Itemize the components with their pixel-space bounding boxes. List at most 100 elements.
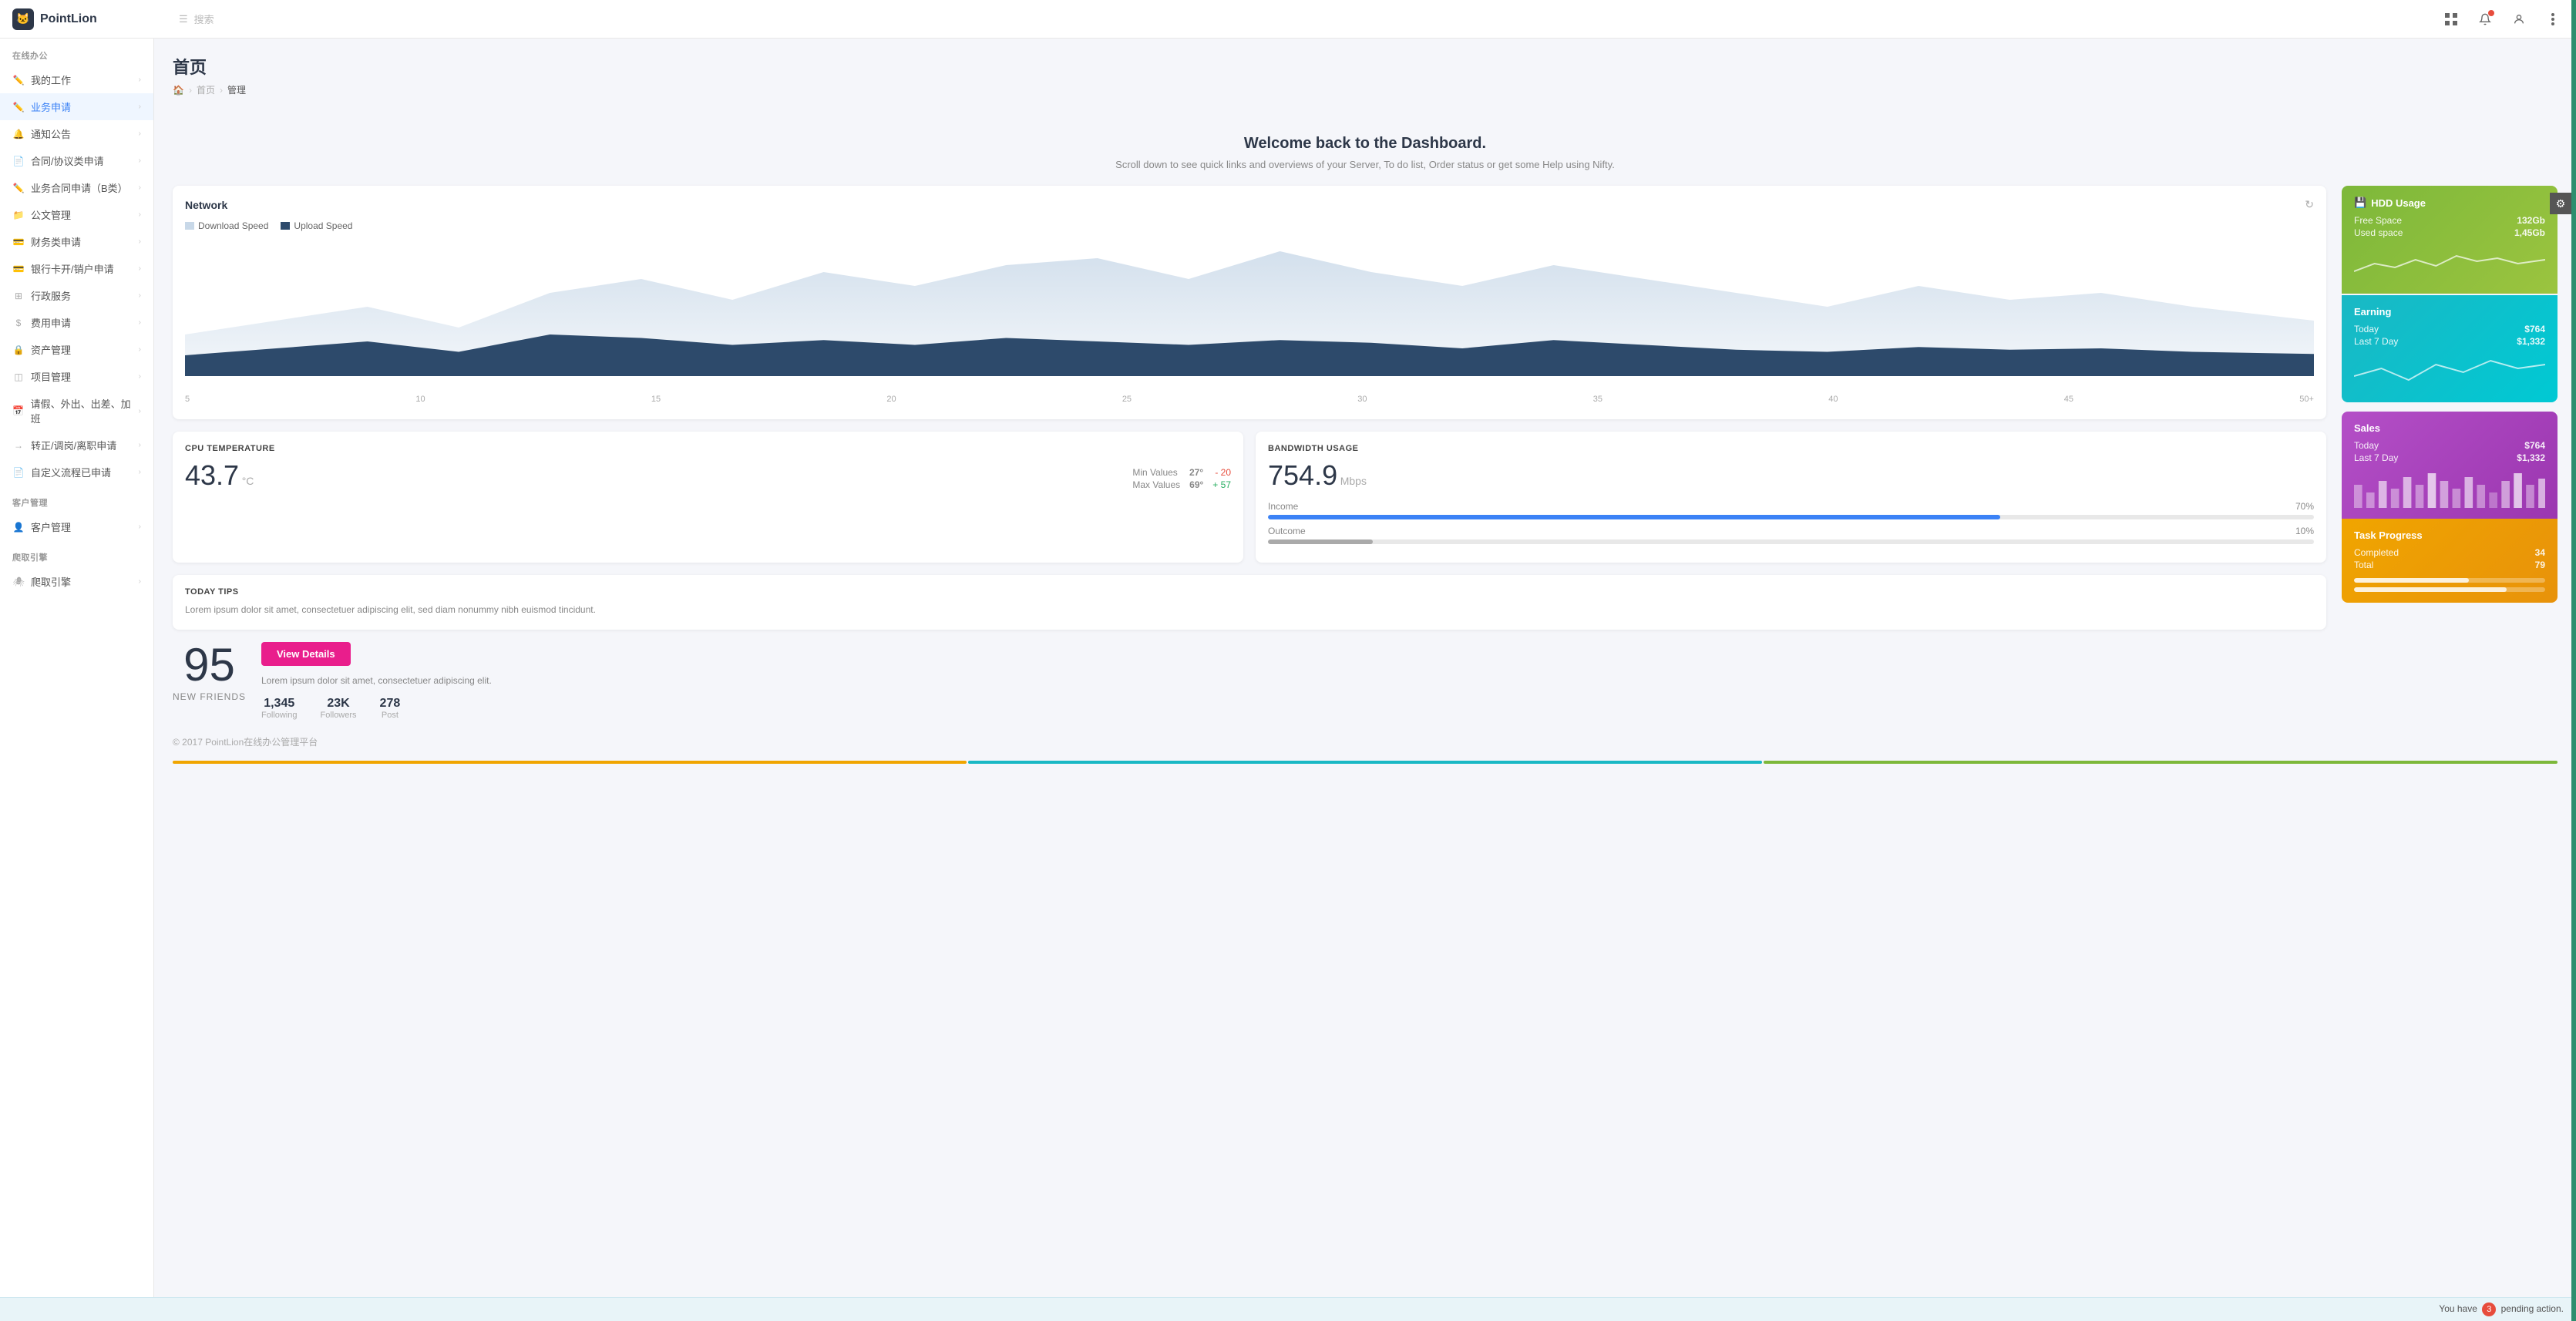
sidebar-item-bank[interactable]: 💳 银行卡开/销户申请 › bbox=[0, 255, 153, 282]
customer-icon: 👤 bbox=[12, 521, 25, 533]
network-chart bbox=[185, 237, 2314, 392]
leave-icon: 📅 bbox=[12, 405, 25, 417]
bizcontract-icon: ✏️ bbox=[12, 182, 25, 194]
hdd-used-row: Used space 1,45Gb bbox=[2354, 227, 2545, 238]
task-bar2-fill bbox=[2354, 587, 2507, 592]
search-icon: ☰ bbox=[179, 13, 188, 25]
task-total-row: Total 79 bbox=[2354, 560, 2545, 570]
earning-card: Earning Today $764 Last 7 Day $1,332 bbox=[2342, 295, 2558, 402]
user-button[interactable] bbox=[2508, 8, 2530, 30]
sidebar-item-crawler[interactable]: 🕷 爬取引擎 › bbox=[0, 568, 153, 595]
task-progress-bars bbox=[2354, 578, 2545, 592]
income-bar-fill bbox=[1268, 515, 2000, 519]
sidebar-item-custom[interactable]: 📄 自定义流程已申请 › bbox=[0, 459, 153, 486]
finance-icon: 💳 bbox=[12, 236, 25, 248]
outcome-bar-fill bbox=[1268, 539, 1373, 544]
sales-today-row: Today $764 bbox=[2354, 440, 2545, 451]
tips-card: TODAY TIPS Lorem ipsum dolor sit amet, c… bbox=[173, 575, 2326, 630]
friends-section: 95 NEW FRIENDS View Details Lorem ipsum … bbox=[173, 642, 2326, 720]
hdd-icon: 💾 bbox=[2354, 197, 2366, 209]
more-button[interactable] bbox=[2542, 8, 2564, 30]
notice-icon: 🔔 bbox=[12, 128, 25, 140]
earning-mini-chart bbox=[2354, 353, 2545, 392]
sidebar-section-customer: 客户管理 bbox=[0, 486, 153, 513]
sidebar-item-assets[interactable]: 🔒 资产管理 › bbox=[0, 336, 153, 363]
logo-area: 🐱 PointLion bbox=[12, 8, 166, 30]
sidebar-item-mywork[interactable]: ✏️ 我的工作 › bbox=[0, 66, 153, 93]
friends-number: 95 bbox=[173, 642, 246, 688]
sidebar: 在线办公 ✏️ 我的工作 › ✏️ 业务申请 › 🔔 通知公告 bbox=[0, 39, 154, 1297]
breadcrumb-current: 管理 bbox=[227, 83, 246, 96]
chevron-icon: › bbox=[139, 441, 141, 449]
right-scrollbar[interactable] bbox=[2571, 0, 2576, 1321]
hdd-free-row: Free Space 132Gb bbox=[2354, 215, 2545, 226]
bw-label: BANDWIDTH USAGE bbox=[1268, 444, 2314, 453]
notification-button[interactable] bbox=[2474, 8, 2496, 30]
assets-icon: 🔒 bbox=[12, 344, 25, 356]
pending-bar: You have 3 pending action. bbox=[0, 1297, 2576, 1321]
bottom-bar-teal bbox=[968, 761, 1762, 764]
income-bar-bg bbox=[1268, 515, 2314, 519]
transfer-icon: → bbox=[12, 439, 25, 452]
view-details-button[interactable]: View Details bbox=[261, 642, 351, 666]
breadcrumb: 🏠 › 首页 › 管理 bbox=[173, 83, 2558, 96]
network-card: Network ↻ Download Speed Upload Speed bbox=[173, 186, 2326, 419]
bottom-bar-green bbox=[1764, 761, 2558, 764]
tips-label: TODAY TIPS bbox=[185, 587, 2314, 597]
bizapply-icon: ✏️ bbox=[12, 101, 25, 113]
sidebar-item-admin[interactable]: ⊞ 行政服务 › bbox=[0, 282, 153, 309]
cpu-ranges: Min Values 27° - 20 Max Values 69° + 57 bbox=[1132, 467, 1231, 492]
legend-download: Download Speed bbox=[185, 220, 268, 231]
sidebar-item-customer[interactable]: 👤 客户管理 › bbox=[0, 513, 153, 540]
project-icon: ◫ bbox=[12, 371, 25, 383]
cpu-unit: °C bbox=[242, 475, 254, 487]
hdd-title: 💾 HDD Usage bbox=[2354, 197, 2545, 209]
friends-count: 95 NEW FRIENDS bbox=[173, 642, 246, 702]
task-bar1-bg bbox=[2354, 578, 2545, 583]
logo-icon: 🐱 bbox=[12, 8, 34, 30]
chevron-icon: › bbox=[139, 523, 141, 531]
sidebar-item-project[interactable]: ◫ 项目管理 › bbox=[0, 363, 153, 390]
refresh-button[interactable]: ↻ bbox=[2305, 198, 2314, 211]
sidebar-item-transfer[interactable]: → 转正/调岗/离职申请 › bbox=[0, 432, 153, 459]
chevron-icon: › bbox=[139, 103, 141, 111]
sidebar-section-crawler: 爬取引擎 bbox=[0, 540, 153, 568]
sidebar-item-bizapply[interactable]: ✏️ 业务申请 › bbox=[0, 93, 153, 120]
friends-label: NEW FRIENDS bbox=[173, 691, 246, 702]
settings-cog-button[interactable]: ⚙ bbox=[2550, 193, 2571, 214]
chevron-icon: › bbox=[139, 156, 141, 165]
bottom-progress-bars bbox=[173, 761, 2558, 764]
search-placeholder[interactable]: 搜索 bbox=[194, 12, 214, 26]
task-title: Task Progress bbox=[2354, 529, 2545, 541]
sidebar-item-docmgmt[interactable]: 📁 公文管理 › bbox=[0, 201, 153, 228]
task-bar1-fill bbox=[2354, 578, 2469, 583]
top-actions bbox=[2440, 8, 2564, 30]
right-cards: 💾 HDD Usage Free Space 132Gb Used space … bbox=[2342, 186, 2558, 748]
sales-card: Sales Today $764 Last 7 Day $1,332 bbox=[2342, 412, 2558, 519]
post-stat: 278 Post bbox=[380, 697, 401, 720]
sidebar-item-bizcontract[interactable]: ✏️ 业务合同申请（B类） › bbox=[0, 174, 153, 201]
main-content: 首页 🏠 › 首页 › 管理 Welcome back to the Dashb… bbox=[154, 39, 2576, 1297]
bandwidth-card: BANDWIDTH USAGE 754.9 Mbps Income 70% bbox=[1256, 432, 2326, 563]
docmgmt-icon: 📁 bbox=[12, 209, 25, 221]
home-icon: 🏠 bbox=[173, 85, 184, 96]
grid-view-button[interactable] bbox=[2440, 8, 2462, 30]
tips-text: Lorem ipsum dolor sit amet, consectetuer… bbox=[185, 603, 2314, 617]
sidebar-item-finance[interactable]: 💳 财务类申请 › bbox=[0, 228, 153, 255]
sidebar-item-leave[interactable]: 📅 请假、外出、出差、加班 › bbox=[0, 390, 153, 432]
sales-week-row: Last 7 Day $1,332 bbox=[2354, 452, 2545, 463]
following-label: Following bbox=[261, 711, 297, 720]
stats-row: 1,345 Following 23K Followers 278 Post bbox=[261, 697, 2326, 720]
breadcrumb-home[interactable]: 首页 bbox=[197, 83, 215, 96]
mywork-icon: ✏️ bbox=[12, 74, 25, 86]
bank-icon: 💳 bbox=[12, 263, 25, 275]
chevron-icon: › bbox=[139, 183, 141, 192]
sidebar-item-notice[interactable]: 🔔 通知公告 › bbox=[0, 120, 153, 147]
sidebar-item-contract[interactable]: 📄 合同/协议类申请 › bbox=[0, 147, 153, 174]
contract-icon: 📄 bbox=[12, 155, 25, 167]
welcome-banner: Welcome back to the Dashboard. Scroll do… bbox=[173, 112, 2558, 186]
chevron-icon: › bbox=[139, 76, 141, 84]
sidebar-item-expense[interactable]: $ 费用申请 › bbox=[0, 309, 153, 336]
task-completed-row: Completed 34 bbox=[2354, 547, 2545, 558]
post-label: Post bbox=[380, 711, 401, 720]
